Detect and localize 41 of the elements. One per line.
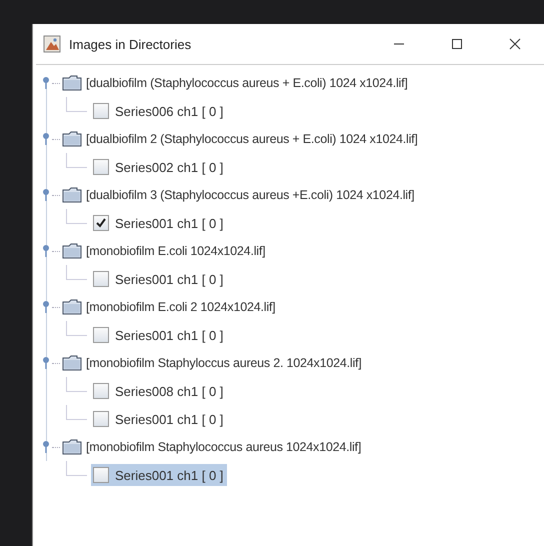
window-title: Images in Directories	[69, 36, 192, 52]
tree-node[interactable]: [monobiofilm E.coli 1024x1024.lif]	[86, 244, 266, 258]
collapse-handle-icon[interactable]	[42, 301, 50, 313]
checkbox[interactable]	[93, 159, 109, 175]
tree-item[interactable]: Series002 ch1 [ 0 ]	[91, 156, 228, 178]
collapse-handle-icon[interactable]	[42, 133, 50, 145]
collapse-handle-icon[interactable]	[42, 77, 50, 89]
close-icon	[509, 38, 521, 50]
collapse-handle-icon[interactable]	[42, 189, 50, 201]
tree-node[interactable]: [monobiofilm Staphyloccus aureus 2. 1024x1024.lif]	[86, 356, 362, 370]
tree-node[interactable]: [dualbiofilm 3 (Staphylococcus aureus +E.coli) 1024 x1024.lif]	[86, 188, 414, 202]
collapse-handle-icon[interactable]	[42, 357, 50, 369]
tree-node[interactable]: [dualbiofilm 2 (Staphylococcus aureus + E.coli) 1024 x1024.lif]	[86, 132, 418, 146]
folder-icon	[62, 131, 82, 147]
checkbox[interactable]	[93, 467, 109, 483]
checkbox[interactable]	[93, 383, 109, 399]
image-icon	[43, 35, 61, 53]
folder-icon	[62, 187, 82, 203]
checkbox[interactable]	[93, 327, 109, 343]
maximize-icon	[451, 38, 463, 50]
tree-item[interactable]: Series006 ch1 [ 0 ]	[91, 100, 228, 122]
tree-node[interactable]: [monobiofilm E.coli 2 1024x1024.lif]	[86, 300, 276, 314]
tree-item[interactable]: Series001 ch1 [ 0 ]	[91, 408, 228, 430]
checkbox[interactable]	[93, 215, 109, 231]
tree-node[interactable]: [monobiofilm Staphylococcus aureus 1024x1024.lif]	[86, 440, 362, 454]
folder-icon	[62, 299, 82, 315]
collapse-handle-icon[interactable]	[42, 245, 50, 257]
folder-icon	[62, 439, 82, 455]
tree-item[interactable]: Series008 ch1 [ 0 ]	[91, 380, 228, 402]
folder-icon	[62, 243, 82, 259]
tree-item[interactable]: Series001 ch1 [ 0 ]	[91, 324, 228, 346]
tree-item[interactable]: Series001 ch1 [ 0 ]	[91, 212, 228, 234]
folder-icon	[62, 355, 82, 371]
tree-item[interactable]: Series001 ch1 [ 0 ]	[91, 464, 228, 486]
checkbox[interactable]	[93, 411, 109, 427]
checkbox[interactable]	[93, 271, 109, 287]
checkbox[interactable]	[93, 103, 109, 119]
collapse-handle-icon[interactable]	[42, 441, 50, 453]
tree-item[interactable]: Series001 ch1 [ 0 ]	[91, 268, 228, 290]
tree-node[interactable]: [dualbiofilm (Staphylococcus aureus + E.coli) 1024 x1024.lif]	[86, 76, 408, 90]
folder-icon	[62, 75, 82, 91]
